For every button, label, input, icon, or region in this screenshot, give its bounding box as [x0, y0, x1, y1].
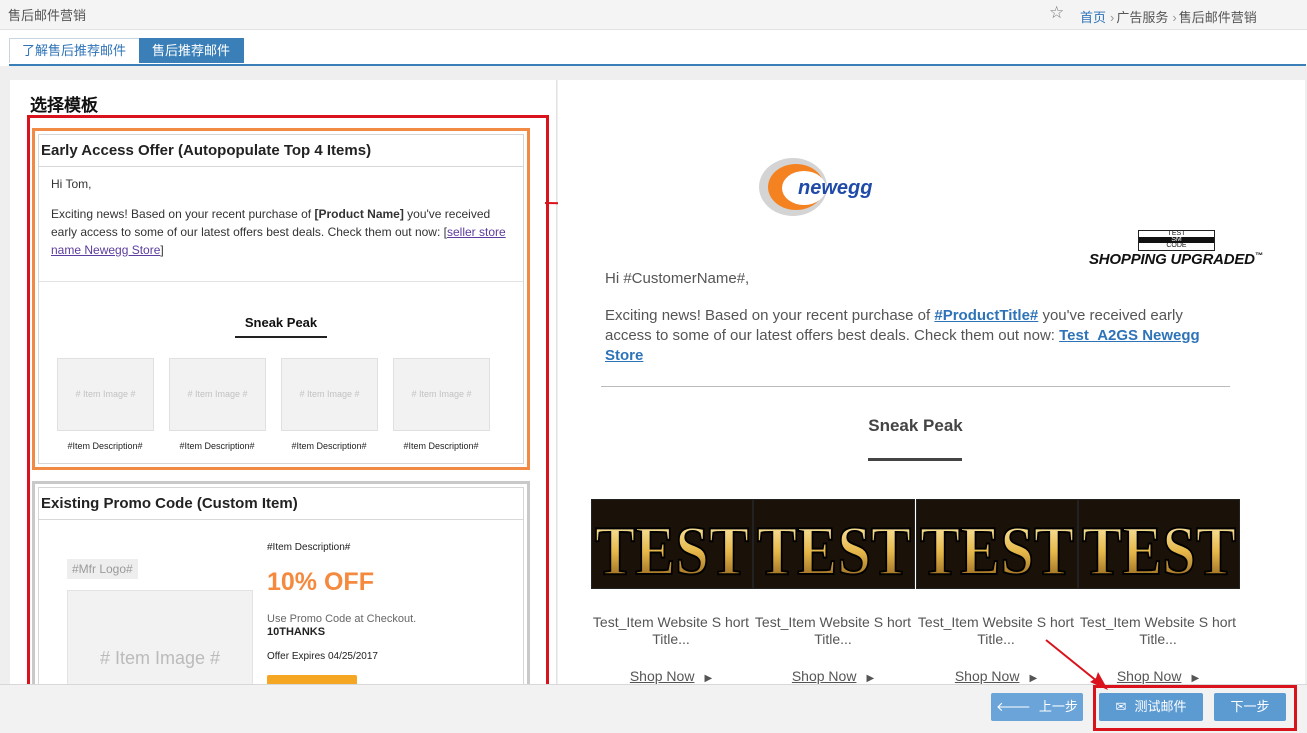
newegg-logo: newegg SHOPPING UPGRADED™ [758, 154, 1263, 268]
heading-underline [868, 458, 962, 461]
template-card-early-access[interactable]: Early Access Offer (Autopopulate Top 4 I… [32, 128, 530, 470]
envelope-icon: ✉ [1115, 699, 1127, 714]
item-image-placeholder: # Item Image # [67, 590, 253, 684]
message-text: Exciting news! Based on your recent purc… [605, 307, 935, 324]
template-card-frame: Existing Promo Code (Custom Item) #Mfr L… [38, 487, 524, 684]
item-description: #Item Description# [179, 441, 255, 451]
heading-underline [235, 336, 327, 338]
item-image-placeholder: # Item Image # [281, 358, 378, 431]
top-bar: 售后邮件营销 ☆ 首页 › 广告服务 › 售后邮件营销 [0, 0, 1307, 30]
next-step-button[interactable]: 下一步 [1214, 693, 1286, 721]
shop-now-label: Shop Now [791, 668, 857, 684]
test-code-badge: TEST SM CODE [1138, 230, 1215, 251]
offer-headline: 10% OFF [267, 568, 374, 596]
promo-body: #Mfr Logo# # Item Image # #Item Descript… [39, 520, 523, 684]
item-description: #Item Description# [291, 441, 367, 451]
test-image-icon: TEST [754, 500, 914, 588]
product-title: Test_Item Website S hort Title... [754, 614, 912, 647]
sneak-peak-heading: Sneak Peak [868, 416, 963, 435]
triangle-right-icon: ▶ [704, 673, 713, 684]
product-title: Test_Item Website S hort Title... [592, 614, 750, 647]
product-image-text: TEST [757, 513, 911, 588]
product-image[interactable]: TEST [591, 499, 753, 589]
product-title-link[interactable]: #ProductTitle# [934, 307, 1038, 324]
message-text: Exciting news! Based on your recent purc… [51, 207, 315, 221]
newegg-egg-icon: newegg [759, 158, 872, 216]
arrow-down-right-icon [1045, 639, 1108, 690]
tab-learn-post-sale-email[interactable]: 了解售后推荐邮件 [9, 38, 141, 63]
mfr-logo-placeholder: #Mfr Logo# [67, 559, 138, 579]
bracket-close: ] [160, 243, 164, 257]
product-name-placeholder: [Product Name] [314, 207, 404, 221]
brand-tagline: SHOPPING UPGRADED™ [1089, 251, 1263, 268]
shop-now-label: Shop Now [629, 668, 695, 684]
breadcrumb-home-link[interactable]: 首页 [1080, 10, 1106, 25]
product-image-text: TEST [920, 513, 1074, 588]
template-list-panel: 选择模板 Early Access Offer (Autopopulate To… [10, 80, 557, 684]
shop-now-link[interactable]: Shop Now ▶ [753, 668, 913, 684]
email-preview-panel: newegg SHOPPING UPGRADED™ TEST SM CODE H… [558, 80, 1305, 684]
star-icon[interactable]: ☆ [1049, 3, 1064, 23]
previous-step-label: 上一步 [1038, 699, 1078, 714]
section-title: 选择模板 [30, 96, 98, 115]
tagline-text: SHOPPING UPGRADED [1089, 251, 1255, 268]
tab-post-sale-email[interactable]: 售后推荐邮件 [139, 38, 244, 63]
item-image-placeholder: # Item Image # [169, 358, 266, 431]
item-description: #Item Description# [267, 542, 351, 553]
sneak-peak-heading: Sneak Peak [244, 315, 318, 330]
offer-expiry: Offer Expires 04/25/2017 [267, 651, 378, 662]
test-image-icon: TEST [917, 500, 1077, 588]
promo-cta-button [267, 675, 357, 684]
product-image-text: TEST [1082, 513, 1236, 588]
arrow-left-icon: 🡐 [996, 699, 1031, 714]
triangle-right-icon: ▶ [1191, 673, 1200, 684]
template-card-promo-code[interactable]: Existing Promo Code (Custom Item) #Mfr L… [32, 481, 530, 684]
template-title: Early Access Offer (Autopopulate Top 4 I… [39, 135, 523, 167]
shop-now-label: Shop Now [1116, 668, 1182, 684]
template-title: Existing Promo Code (Custom Item) [39, 488, 523, 520]
item-image-placeholder: # Item Image # [393, 358, 490, 431]
test-image-icon: TEST [1079, 500, 1239, 588]
product-image[interactable]: TEST [1078, 499, 1240, 589]
template-body: Hi Tom, Exciting news! Based on your rec… [51, 175, 511, 271]
product-image[interactable]: TEST [916, 499, 1078, 589]
template-card-frame: Early Access Offer (Autopopulate Top 4 I… [38, 134, 524, 464]
email-greeting: Hi #CustomerName#, [605, 270, 750, 287]
item-description: #Item Description# [403, 441, 479, 451]
page-title: 售后邮件营销 [8, 8, 87, 23]
divider [601, 386, 1230, 387]
shop-now-link[interactable]: Shop Now ▶ [591, 668, 751, 684]
product-image[interactable]: TEST [753, 499, 915, 589]
badge-line: CODE [1166, 242, 1187, 249]
previous-step-button[interactable]: 🡐 上一步 [991, 693, 1083, 721]
divider [39, 281, 523, 282]
breadcrumb: 首页 › 广告服务 › 售后邮件营销 [1080, 7, 1257, 26]
item-description: #Item Description# [67, 441, 143, 451]
item-image-placeholder: # Item Image # [57, 358, 154, 431]
template-message: Exciting news! Based on your recent purc… [51, 205, 511, 259]
test-email-button[interactable]: ✉ 测试邮件 [1099, 693, 1203, 721]
email-message: Exciting news! Based on your recent purc… [605, 306, 1225, 366]
template-greeting: Hi Tom, [51, 177, 92, 191]
product-image-text: TEST [595, 513, 749, 588]
triangle-right-icon: ▶ [866, 673, 875, 684]
brand-wordmark: newegg [798, 177, 872, 199]
test-image-icon: TEST [592, 500, 752, 588]
trademark-mark: ™ [1254, 251, 1263, 260]
next-step-label: 下一步 [1230, 699, 1270, 714]
promo-code: 10THANKS [267, 626, 326, 638]
breadcrumb-separator-icon: › [1172, 10, 1177, 25]
test-email-label: 测试邮件 [1134, 699, 1187, 714]
breadcrumb-separator-icon: › [1110, 10, 1115, 25]
breadcrumb-current: 售后邮件营销 [1178, 10, 1257, 25]
tab-bar: 了解售后推荐邮件 售后推荐邮件 [9, 38, 1306, 66]
promo-instruction: Use Promo Code at Checkout. [267, 613, 417, 625]
breadcrumb-ad-services[interactable]: 广告服务 [1116, 10, 1168, 25]
shop-now-label: Shop Now [954, 668, 1020, 684]
